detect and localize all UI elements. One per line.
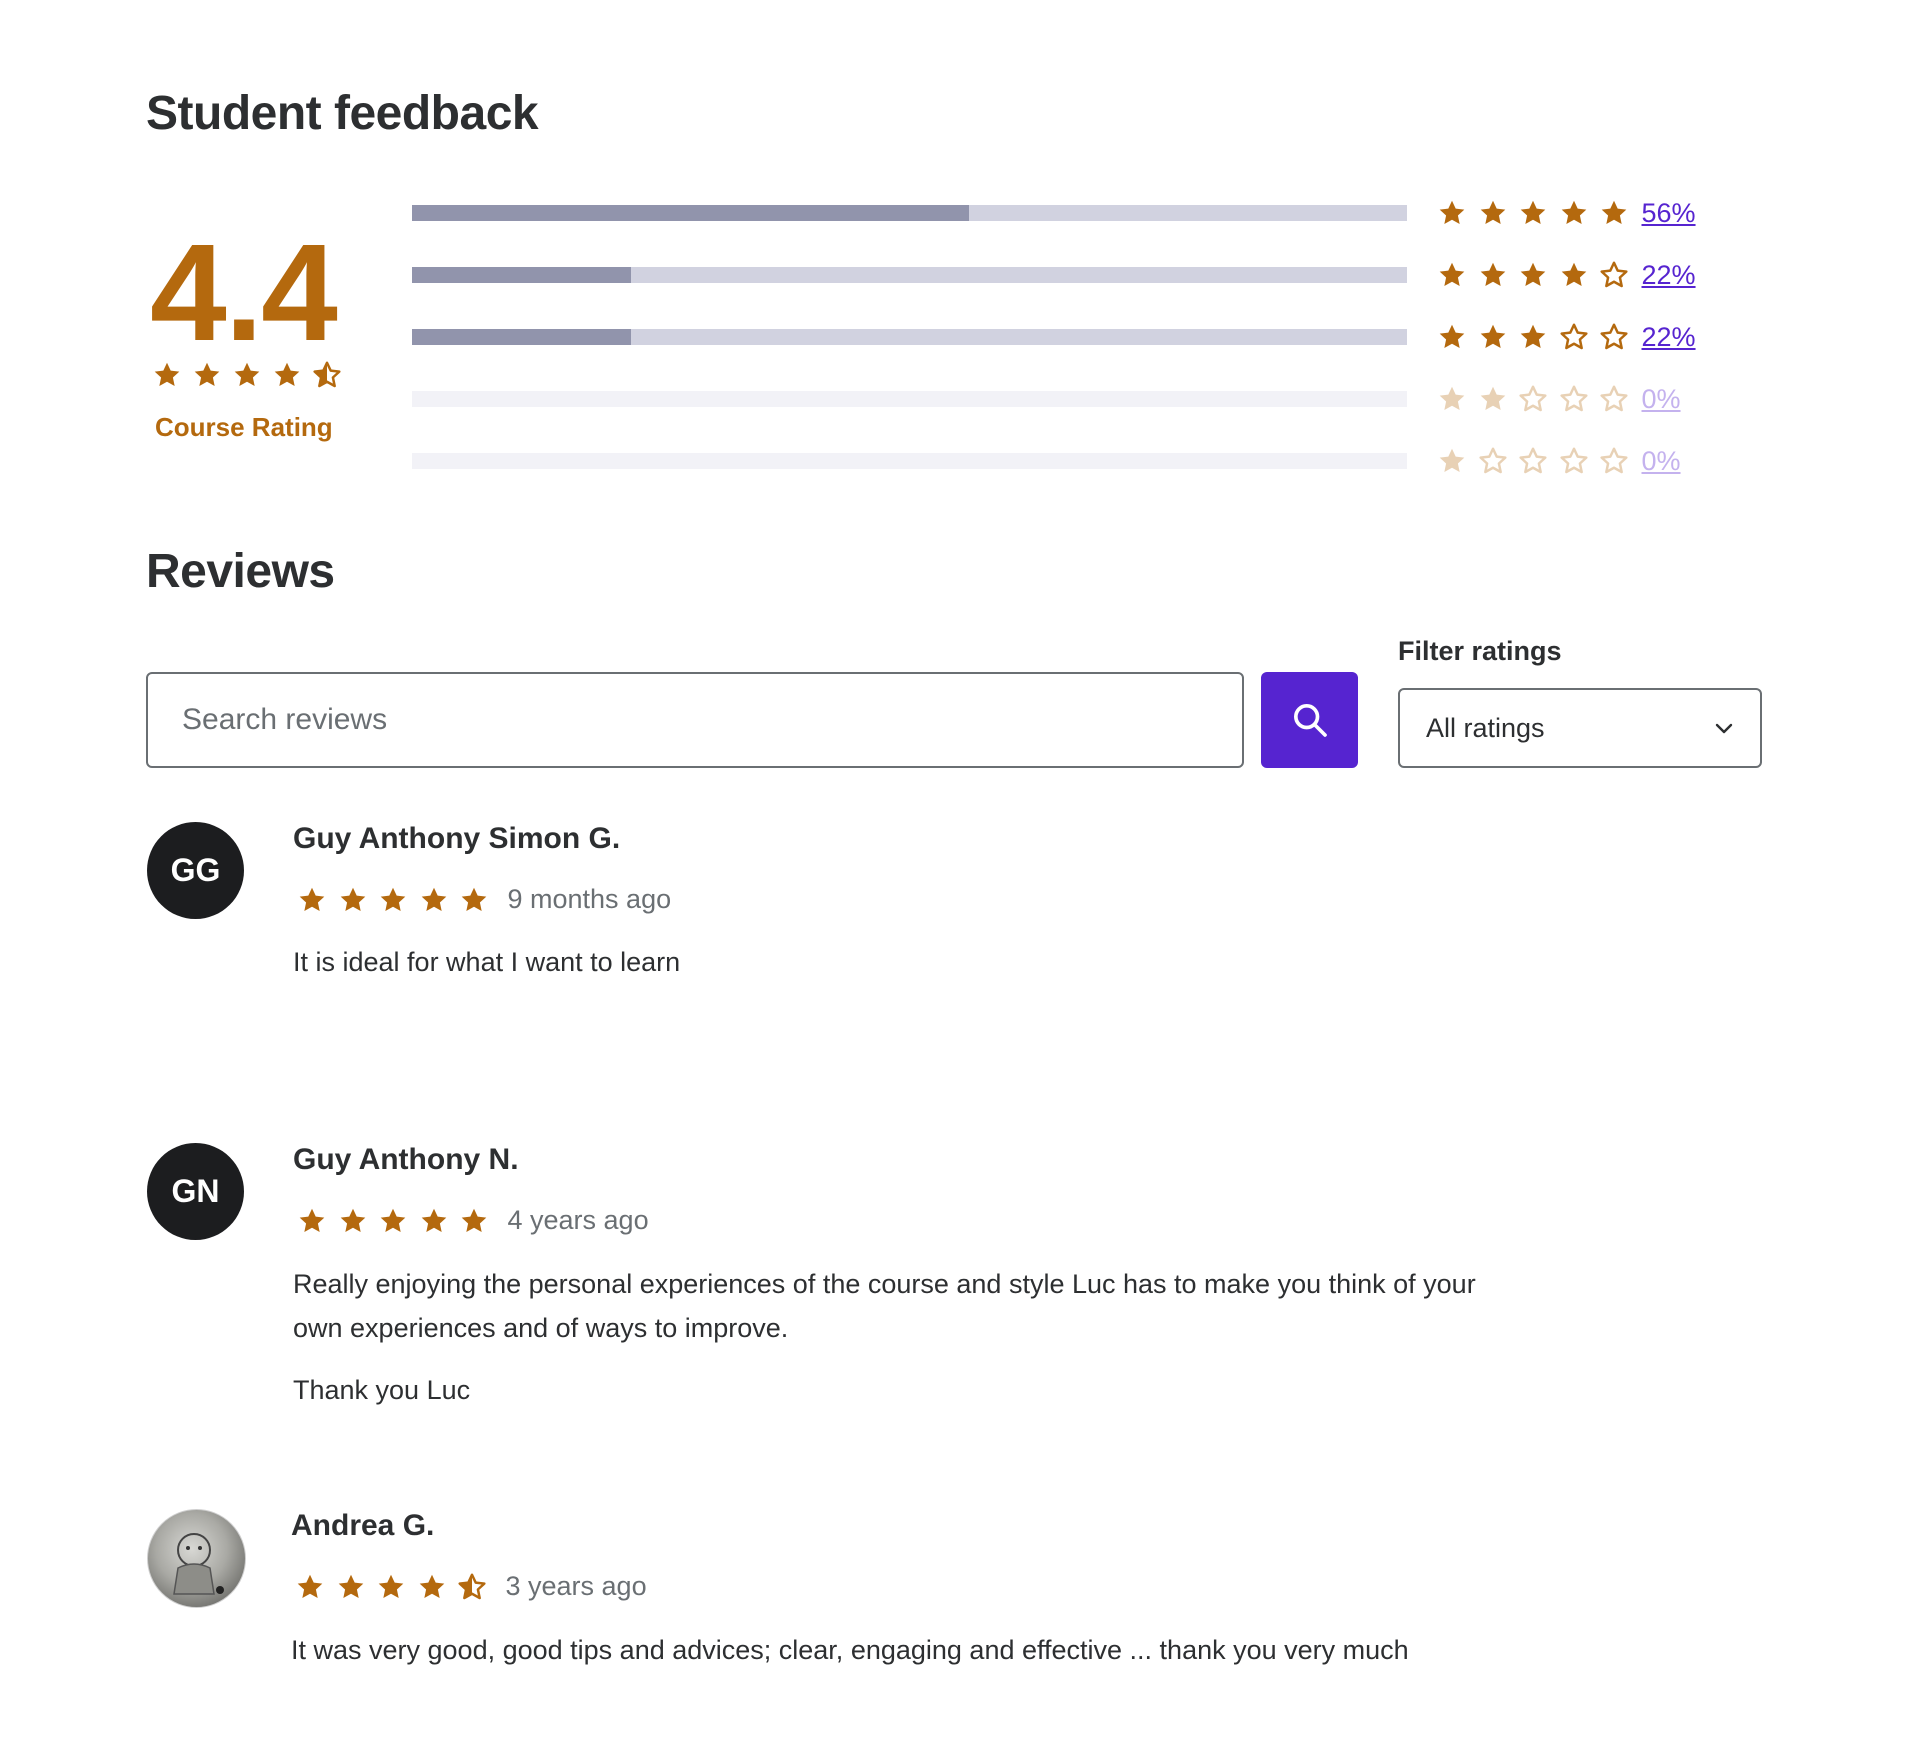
star-outline-icon xyxy=(1599,260,1629,290)
reviewer-name: Guy Anthony Simon G. xyxy=(293,822,621,855)
star-icon xyxy=(419,885,449,915)
rating-bar-fill xyxy=(412,329,631,345)
star-half-icon xyxy=(457,1572,487,1602)
star-icon xyxy=(336,1572,366,1602)
chevron-down-icon xyxy=(1712,716,1736,740)
star-outline-icon xyxy=(1478,446,1508,476)
avatar: GN xyxy=(147,1143,244,1240)
review-text: It was very good, good tips and advices;… xyxy=(291,1635,1409,1665)
review-text: Really enjoying the personal experiences… xyxy=(293,1269,1476,1299)
star-icon xyxy=(1478,260,1508,290)
review-date: 9 months ago xyxy=(507,884,672,914)
search-placeholder: Search reviews xyxy=(182,703,388,736)
rating-bar-fill xyxy=(412,267,631,283)
avatar: GG xyxy=(147,822,244,919)
star-icon xyxy=(378,1206,408,1236)
feedback-title: Student feedback xyxy=(146,87,539,140)
star-outline-icon xyxy=(1599,322,1629,352)
star-icon xyxy=(295,1572,325,1602)
course-rating-label: Course Rating xyxy=(155,412,333,442)
reviewer-name: Andrea G. xyxy=(291,1509,435,1542)
star-icon xyxy=(297,1206,327,1236)
rating-percent-link[interactable]: 22% xyxy=(1642,322,1696,353)
avatar-photo xyxy=(147,1509,246,1608)
star-icon xyxy=(459,885,489,915)
reviews-title: Reviews xyxy=(146,545,335,598)
star-icon xyxy=(1437,384,1467,414)
search-button[interactable] xyxy=(1261,672,1358,768)
review-text: It is ideal for what I want to learn xyxy=(293,947,681,977)
star-icon xyxy=(376,1572,406,1602)
average-rating: 4.4 xyxy=(150,216,338,370)
star-icon xyxy=(1518,260,1548,290)
review-stars: 9 months ago xyxy=(297,884,671,915)
star-icon xyxy=(1437,322,1467,352)
rating-bar-3[interactable] xyxy=(412,329,1407,345)
star-icon xyxy=(338,1206,368,1236)
star-icon xyxy=(419,1206,449,1236)
rating-percent-link[interactable]: 0% xyxy=(1642,384,1681,415)
star-outline-icon xyxy=(1518,446,1548,476)
star-icon xyxy=(1478,198,1508,228)
star-icon xyxy=(378,885,408,915)
star-icon xyxy=(1599,198,1629,228)
star-icon xyxy=(1518,198,1548,228)
average-stars xyxy=(152,360,352,390)
review-text: Thank you Luc xyxy=(293,1375,471,1405)
review-date: 4 years ago xyxy=(507,1205,649,1235)
filter-ratings-select[interactable]: All ratings xyxy=(1398,688,1762,768)
rating-bar-fill xyxy=(412,205,970,221)
star-icon xyxy=(1478,322,1508,352)
star-icon xyxy=(272,360,302,390)
rating-bar-1[interactable] xyxy=(412,453,1407,469)
star-icon xyxy=(1559,198,1589,228)
review-date: 3 years ago xyxy=(505,1571,647,1601)
star-outline-icon xyxy=(1599,446,1629,476)
star-icon xyxy=(338,885,368,915)
star-icon xyxy=(1437,446,1467,476)
rating-row-stars-3[interactable]: 22% xyxy=(1437,322,1696,352)
star-outline-icon xyxy=(1559,446,1589,476)
star-icon xyxy=(1559,260,1589,290)
rating-percent-link[interactable]: 0% xyxy=(1642,446,1681,477)
review-text: own experiences and of ways to improve. xyxy=(293,1313,789,1343)
star-icon xyxy=(1437,198,1467,228)
rating-bar-5[interactable] xyxy=(412,205,1407,221)
rating-row-stars-5[interactable]: 56% xyxy=(1437,198,1696,228)
search-input[interactable]: Search reviews xyxy=(146,672,1244,768)
star-icon xyxy=(1437,260,1467,290)
reviewer-name: Guy Anthony N. xyxy=(293,1143,519,1176)
rating-bar-2[interactable] xyxy=(412,391,1407,407)
rating-row-stars-2[interactable]: 0% xyxy=(1437,384,1681,414)
star-icon xyxy=(459,1206,489,1236)
star-icon xyxy=(232,360,262,390)
rating-row-stars-1[interactable]: 0% xyxy=(1437,446,1681,476)
filter-ratings-label: Filter ratings xyxy=(1398,636,1562,666)
rating-percent-link[interactable]: 56% xyxy=(1642,198,1696,229)
search-icon xyxy=(1290,700,1330,740)
star-icon xyxy=(297,885,327,915)
star-outline-icon xyxy=(1559,322,1589,352)
star-icon xyxy=(1478,384,1508,414)
rating-bar-4[interactable] xyxy=(412,267,1407,283)
star-half-icon xyxy=(312,360,342,390)
star-icon xyxy=(417,1572,447,1602)
rating-row-stars-4[interactable]: 22% xyxy=(1437,260,1696,290)
star-outline-icon xyxy=(1599,384,1629,414)
rating-percent-link[interactable]: 22% xyxy=(1642,260,1696,291)
star-icon xyxy=(152,360,182,390)
star-outline-icon xyxy=(1559,384,1589,414)
review-stars: 4 years ago xyxy=(297,1205,649,1236)
star-icon xyxy=(1518,322,1548,352)
star-icon xyxy=(192,360,222,390)
review-stars: 3 years ago xyxy=(295,1571,647,1602)
filter-selected-value: All ratings xyxy=(1426,712,1545,743)
star-outline-icon xyxy=(1518,384,1548,414)
